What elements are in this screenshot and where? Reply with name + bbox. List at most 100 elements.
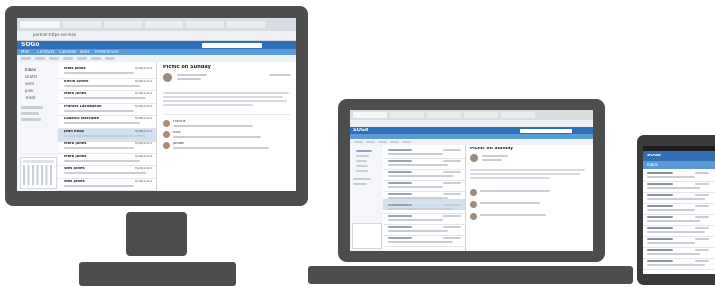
comment-avatar: [163, 120, 170, 127]
laptop-message-row[interactable]: [383, 236, 465, 247]
folder-junk[interactable]: Junk: [25, 89, 34, 93]
message-reader: Picnic on Sunday Francis Rick Jordan: [157, 62, 296, 191]
phone-message-row[interactable]: [643, 215, 715, 226]
message-row[interactable]: Wes Jones 9/28/2015: [58, 179, 156, 191]
message-sender: Mark Jones: [64, 154, 87, 158]
phone-message-row[interactable]: [643, 171, 715, 182]
phone-message-row[interactable]: [643, 226, 715, 237]
browser-tabs: [17, 18, 296, 31]
message-snippet: [64, 109, 134, 112]
message-sender: Mark Jones: [64, 142, 87, 145]
message-date: 9/28/2015: [134, 92, 152, 95]
laptop-message-row[interactable]: [383, 159, 465, 170]
phone-message-row[interactable]: [643, 204, 715, 215]
message-row[interactable]: Ludovic Marcotte 9/28/2015: [58, 116, 156, 129]
folder-sent[interactable]: Sent: [25, 82, 34, 86]
folder-drafts[interactable]: Drafts: [25, 75, 37, 79]
brand-logo: SOGo: [21, 42, 40, 48]
message-row[interactable]: Mark Jones 9/28/2015: [58, 141, 156, 154]
message-snippet: [64, 84, 140, 87]
laptop-reader: Picnic on Sunday: [466, 145, 593, 251]
phone-message-row[interactable]: [643, 237, 715, 248]
message-sender: Mark Jones: [64, 92, 87, 95]
address-text: partner-https-ssl-mail: [33, 33, 77, 37]
message-row[interactable]: Matt Jones 9/28/2015: [58, 66, 156, 79]
laptop-message-row[interactable]: [383, 203, 465, 214]
tab-preferences[interactable]: Preferences: [95, 50, 119, 54]
message-row[interactable]: Jean Raby 9/28/2015: [58, 129, 156, 141]
tab-contacts[interactable]: Contacts: [37, 50, 55, 54]
tab-mail[interactable]: Mail: [21, 50, 29, 54]
message-row[interactable]: Francis Lachapelle 9/28/2015: [58, 104, 156, 116]
mini-calendar[interactable]: [20, 157, 57, 189]
message-snippet: [64, 159, 140, 162]
message-sender: Jean Raby: [64, 129, 85, 133]
message-sender: Francis Lachapelle: [64, 104, 102, 108]
laptop-message-row[interactable]: [383, 225, 465, 236]
laptop-message-row[interactable]: [383, 214, 465, 225]
message-date: 9/28/2015: [134, 117, 152, 120]
phone-body: SOGo Inbox: [637, 135, 715, 285]
desktop-screen: partner-https-ssl-mail SOGo Mail Contact…: [17, 18, 296, 191]
app-header: SOGo: [17, 41, 296, 49]
message-sender: Wes Jones: [64, 167, 85, 170]
message-row[interactable]: Wes Jones 9/28/2015: [58, 166, 156, 179]
message-sender: Kevin Smith: [64, 79, 89, 83]
message-snippet: [64, 134, 146, 137]
tab-tasks[interactable]: Tasks: [79, 50, 90, 54]
message-sender: Ludovic Marcotte: [64, 117, 100, 120]
phone-message-row[interactable]: [643, 193, 715, 204]
comment-avatar: [163, 131, 170, 138]
message-date: 9/28/2015: [134, 142, 152, 145]
message-date: 9/28/2015: [134, 154, 152, 158]
message-snippet: [64, 122, 140, 124]
message-snippet: [64, 97, 146, 99]
phone-screen: SOGo Inbox: [643, 146, 715, 274]
folder-trash[interactable]: Trash: [25, 96, 36, 100]
message-row[interactable]: Kevin Smith 9/28/2015: [58, 79, 156, 91]
phone-header-title: Inbox: [647, 163, 658, 167]
laptop-brand-logo: SOGo: [353, 128, 369, 133]
phone-message-row[interactable]: [643, 248, 715, 259]
message-sender: Matt Jones: [64, 67, 86, 70]
laptop-message-row[interactable]: [383, 192, 465, 203]
desktop-monitor: partner-https-ssl-mail SOGo Mail Contact…: [5, 6, 308, 206]
comment-author: Rick: [173, 131, 181, 134]
address-bar[interactable]: partner-https-ssl-mail: [17, 31, 296, 41]
folder-sidebar: Inbox Drafts Sent Junk Trash: [17, 62, 59, 191]
message-date: 9/28/2015: [134, 129, 152, 133]
message-row[interactable]: Mark Jones 9/28/2015: [58, 91, 156, 104]
laptop-base: [308, 266, 633, 284]
laptop-reader-title: Picnic on Sunday: [470, 147, 514, 151]
message-sender: Wes Jones: [64, 179, 85, 183]
laptop-sidebar: [350, 145, 384, 251]
message-row[interactable]: Mark Jones 9/28/2015: [58, 154, 156, 166]
message-date: 9/28/2015: [134, 167, 152, 170]
message-list: Matt Jones 9/28/2015 Kevin Smith 9/28/2015 M…: [58, 62, 157, 191]
laptop-message-row[interactable]: [383, 148, 465, 159]
laptop-lid: SOGo Picnic on Sunday: [338, 99, 605, 262]
monitor-neck: [126, 212, 187, 256]
message-date: 9/28/2015: [134, 179, 152, 183]
laptop-app-header: SOGo: [350, 127, 593, 134]
laptop-message-row[interactable]: [383, 170, 465, 181]
search-input[interactable]: [202, 42, 262, 48]
message-date: 9/28/2015: [134, 104, 152, 108]
laptop-message-row[interactable]: [383, 181, 465, 192]
laptop-search-input[interactable]: [520, 128, 572, 133]
comment-author: Francis: [173, 120, 186, 123]
reader-title: Picnic on Sunday: [163, 65, 211, 70]
laptop-screen: SOGo Picnic on Sunday: [350, 110, 593, 251]
comment-avatar: [163, 142, 170, 149]
phone-message-row[interactable]: [643, 259, 715, 270]
message-snippet: [64, 147, 134, 149]
message-date: 9/28/2015: [134, 67, 152, 70]
laptop-message-list: [383, 145, 466, 251]
comment-author: Jordan: [173, 142, 185, 145]
monitor-base: [79, 262, 236, 286]
message-snippet: [64, 72, 134, 74]
phone-brand-logo: SOGo: [647, 154, 661, 158]
tab-calendar[interactable]: Calendar: [59, 50, 77, 54]
phone-message-row[interactable]: [643, 182, 715, 193]
folder-inbox[interactable]: Inbox: [25, 68, 36, 72]
